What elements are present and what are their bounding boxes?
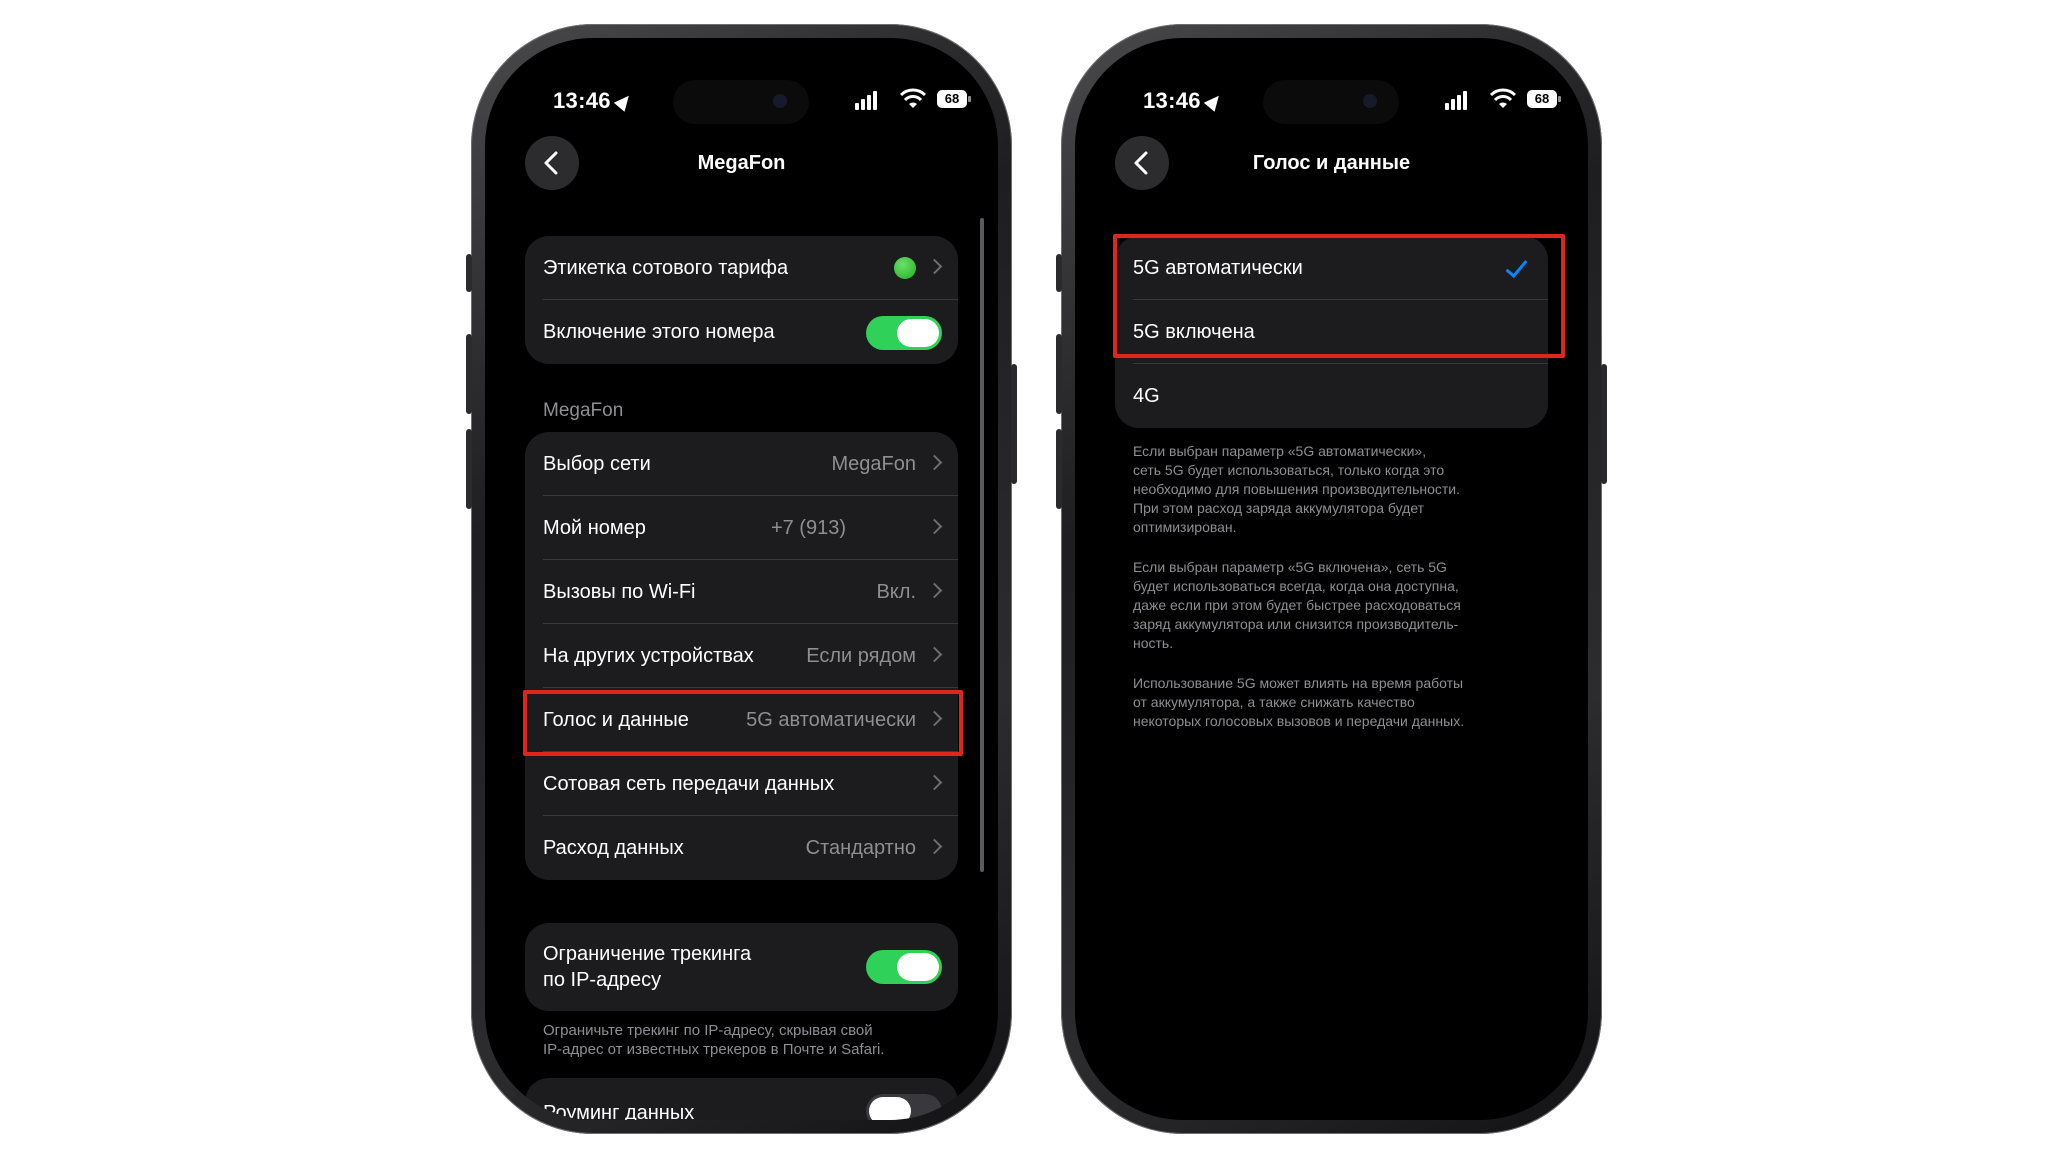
status-time: 13:46 <box>1143 88 1224 114</box>
chevron-right-icon <box>926 518 943 535</box>
chevron-right-icon <box>926 646 943 663</box>
page-title: MegaFon <box>697 152 786 174</box>
chevron-right-icon <box>926 582 943 599</box>
nav-bar: Голос и данные <box>1075 136 1588 192</box>
power-button <box>1011 364 1017 484</box>
camera-icon <box>1363 94 1377 108</box>
row-network-selection[interactable]: Выбор сети MegaFon <box>525 432 958 496</box>
row-label: Вызовы по Wi-Fi <box>543 581 696 603</box>
row-label: Ограничение трекинга по IP-адресу <box>543 943 752 991</box>
row-value: MegaFon <box>831 453 917 475</box>
tracking-group: Ограничение трекинга по IP-адресу <box>525 923 958 1011</box>
action-button <box>1056 254 1062 292</box>
power-button <box>1601 364 1607 484</box>
row-label: Сотовая сеть передачи данных <box>543 773 835 795</box>
chevron-right-icon <box>926 838 943 855</box>
chevron-right-icon <box>926 258 943 275</box>
cellular-signal-icon <box>1445 90 1475 110</box>
plan-group: Этикетка сотового тарифа Включение этого… <box>525 236 958 364</box>
battery-icon: 68 <box>937 90 971 108</box>
row-label: Выбор сети <box>543 453 651 475</box>
wifi-icon <box>899 88 927 110</box>
left-screen: 13:46 68 MegaFon Этикетка сотового тариф… <box>485 38 998 1120</box>
cellular-signal-icon <box>855 90 885 110</box>
section-header: MegaFon <box>543 400 624 421</box>
carrier-group: Выбор сети MegaFon Мой номер +7 (913) Вы… <box>525 432 958 880</box>
info-paragraph-2: Если выбран параметр «5G включена», сеть… <box>1133 559 1461 651</box>
row-label: Включение этого номера <box>543 321 775 343</box>
row-label: Мой номер <box>543 517 646 539</box>
location-arrow-icon <box>613 91 634 112</box>
info-paragraph-1: Если выбран параметр «5G автоматически»,… <box>1133 443 1461 535</box>
camera-icon <box>773 94 787 108</box>
row-value: Если рядом <box>806 645 916 667</box>
row-label: Роуминг данных <box>543 1102 695 1120</box>
row-label: Этикетка сотового тарифа <box>543 257 789 279</box>
right-phone: 13:46 68 Голос и данные 5G автоматически… <box>1056 24 1607 1134</box>
enable-number-toggle[interactable] <box>866 316 942 350</box>
data-roaming-toggle[interactable] <box>866 1094 942 1120</box>
chevron-right-icon <box>926 774 943 791</box>
tracking-footnote: Ограничьте трекинг по IP-адресу, скрывая… <box>543 1022 885 1058</box>
page-title: Голос и данные <box>1252 152 1411 174</box>
row-data-roaming[interactable]: Роуминг данных <box>525 1078 958 1120</box>
row-cellular-data-network[interactable]: Сотовая сеть передачи данных <box>525 752 958 816</box>
row-wifi-calling[interactable]: Вызовы по Wi-Fi Вкл. <box>525 560 958 624</box>
nav-bar: MegaFon <box>485 136 998 192</box>
option-label: 4G <box>1133 385 1160 407</box>
row-ip-tracking[interactable]: Ограничение трекинга по IP-адресу <box>525 923 958 1011</box>
wifi-icon <box>1489 88 1517 110</box>
row-label: Расход данных <box>543 837 684 859</box>
status-bar: 13:46 68 <box>485 80 998 128</box>
dynamic-island <box>1263 80 1399 124</box>
row-value: +7 (913) <box>770 517 846 539</box>
chevron-right-icon <box>926 454 943 471</box>
row-plan-label[interactable]: Этикетка сотового тарифа <box>525 236 958 300</box>
status-time: 13:46 <box>553 88 634 114</box>
status-bar: 13:46 68 <box>1075 80 1588 128</box>
row-data-usage[interactable]: Расход данных Стандартно <box>525 816 958 880</box>
battery-icon: 68 <box>1527 90 1561 108</box>
location-arrow-icon <box>1203 91 1224 112</box>
highlight-box-voice-data <box>523 690 963 756</box>
volume-down-button <box>466 429 472 509</box>
volume-up-button <box>1056 334 1062 414</box>
volume-down-button <box>1056 429 1062 509</box>
row-value: Вкл. <box>876 581 916 603</box>
dynamic-island <box>673 80 809 124</box>
action-button <box>466 254 472 292</box>
scrollbar[interactable] <box>980 218 984 872</box>
option-4g[interactable]: 4G <box>1115 364 1548 428</box>
row-enable-number[interactable]: Включение этого номера <box>525 300 958 364</box>
row-value: Стандартно <box>805 837 916 859</box>
right-screen: 13:46 68 Голос и данные 5G автоматически… <box>1075 38 1588 1120</box>
left-phone: 13:46 68 MegaFon Этикетка сотового тариф… <box>466 24 1017 1134</box>
volume-up-button <box>466 334 472 414</box>
ip-tracking-toggle[interactable] <box>866 950 942 984</box>
highlight-box-5g-options <box>1113 234 1565 358</box>
row-label: На других устройствах <box>543 645 754 667</box>
roaming-group: Роуминг данных <box>525 1078 958 1120</box>
info-paragraph-3: Использование 5G может влиять на время р… <box>1133 675 1465 729</box>
green-dot-icon <box>894 257 916 279</box>
row-other-devices[interactable]: На других устройствах Если рядом <box>525 624 958 688</box>
row-my-number[interactable]: Мой номер +7 (913) <box>525 496 958 560</box>
